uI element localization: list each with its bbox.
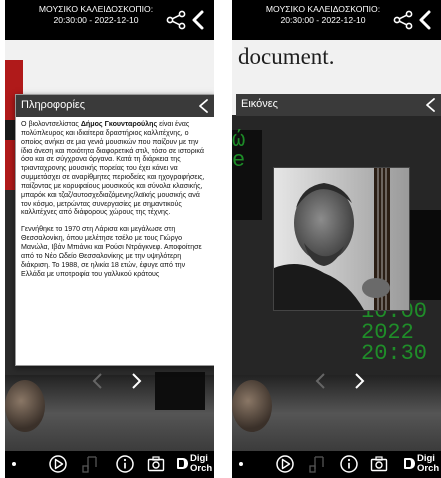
close-chevron-icon[interactable] bbox=[424, 97, 438, 113]
images-dialog-title: Εικόνες bbox=[241, 98, 278, 110]
event-title-name: ΜΟΥΣΙΚΟ ΚΑΛΕΙΔΟΣΚΟΠΙΟ: bbox=[265, 4, 381, 14]
event-title: ΜΟΥΣΙΚΟ ΚΑΛΕΙΔΟΣΚΟΠΙΟ: 20:30:00 - 2022-1… bbox=[31, 4, 161, 26]
next-arrow-icon[interactable] bbox=[352, 371, 366, 391]
event-title-datetime: 20:30:00 - 2022-12-10 bbox=[53, 15, 139, 25]
background-block bbox=[155, 372, 205, 410]
images-dialog-header: Εικόνες bbox=[236, 94, 441, 116]
background-photo-face bbox=[5, 380, 45, 432]
top-bar: ΜΟΥΣΙΚΟ ΚΑΛΕΙΔΟΣΚΟΠΙΟ: 20:30:00 - 2022-1… bbox=[5, 0, 214, 40]
background-green-year: 2022 bbox=[361, 320, 414, 345]
artist-name: Δήμος Γκουνταρούλης bbox=[80, 120, 158, 128]
screen-info: ΜΟΥΣΙΚΟ ΚΑΛΕΙΔΟΣΚΟΠΙΟ: 20:30:00 - 2022-1… bbox=[5, 0, 214, 478]
play-circle-icon[interactable] bbox=[275, 454, 295, 474]
close-chevron-icon[interactable] bbox=[197, 98, 211, 114]
info-circle-icon[interactable] bbox=[339, 454, 359, 474]
background-photo-face bbox=[232, 380, 272, 432]
back-chevron-icon[interactable] bbox=[189, 9, 209, 31]
info-p1-prefix: Ο βιολοντσελίστας bbox=[21, 120, 81, 128]
info-dialog-header: Πληροφορίες bbox=[16, 95, 214, 117]
top-bar: ΜΟΥΣΙΚΟ ΚΑΛΕΙΔΟΣΚΟΠΙΟ: 20:30:00 - 2022-1… bbox=[232, 0, 441, 40]
prev-arrow-icon[interactable] bbox=[314, 371, 328, 391]
play-circle-icon[interactable] bbox=[48, 454, 68, 474]
background-document-text: document. bbox=[238, 44, 335, 69]
cellist-photo-image bbox=[274, 168, 409, 310]
music-note-icon[interactable] bbox=[80, 454, 100, 474]
music-note-icon[interactable] bbox=[307, 454, 327, 474]
prev-arrow-icon[interactable] bbox=[91, 371, 105, 391]
bottom-bar: Digi Orch bbox=[5, 451, 214, 478]
share-icon[interactable] bbox=[392, 9, 414, 31]
digiorch-logo[interactable]: Digi Orch bbox=[404, 452, 440, 477]
background-green-partial-2: e bbox=[232, 148, 246, 173]
info-paragraph-1: Ο βιολοντσελίστας Δήμος Γκουνταρούλης εί… bbox=[21, 120, 209, 217]
bottom-bar: Digi Orch bbox=[232, 451, 441, 478]
event-title-name: ΜΟΥΣΙΚΟ ΚΑΛΕΙΔΟΣΚΟΠΙΟ: bbox=[38, 4, 154, 14]
next-arrow-icon[interactable] bbox=[129, 371, 143, 391]
images-dialog: Εικόνες bbox=[236, 94, 441, 116]
info-dialog: Πληροφορίες Ο βιολοντσελίστας Δήμος Γκου… bbox=[15, 94, 214, 366]
share-icon[interactable] bbox=[165, 9, 187, 31]
camera-icon[interactable] bbox=[146, 454, 166, 474]
brand-line-2: Orch bbox=[417, 463, 440, 474]
event-title: ΜΟΥΣΙΚΟ ΚΑΛΕΙΔΟΣΚΟΠΙΟ: 20:30:00 - 2022-1… bbox=[258, 4, 388, 26]
page-dot bbox=[12, 462, 16, 466]
artist-photo[interactable] bbox=[273, 167, 410, 311]
background-green-time-2: 20:30 bbox=[361, 341, 428, 366]
info-dialog-title: Πληροφορίες bbox=[21, 99, 86, 111]
info-circle-icon[interactable] bbox=[115, 454, 135, 474]
page-dot bbox=[239, 462, 243, 466]
camera-icon[interactable] bbox=[369, 454, 389, 474]
digiorch-logo[interactable]: Digi Orch bbox=[177, 452, 213, 477]
back-chevron-icon[interactable] bbox=[416, 9, 436, 31]
info-paragraph-2: Γεννήθηκε το 1970 στη Λάρισα και μεγάλωσ… bbox=[21, 225, 202, 278]
screen-images: document. ώ e 10:00 2022 20:30 ΜΟΥΣΙΚΟ Κ… bbox=[232, 0, 441, 478]
brand-line-2: Orch bbox=[190, 463, 213, 474]
event-title-datetime: 20:30:00 - 2022-12-10 bbox=[280, 15, 366, 25]
info-text: Ο βιολοντσελίστας Δήμος Γκουνταρούλης εί… bbox=[16, 117, 214, 361]
info-p1-rest: είναι ένας πολύπλευρος και ιδιαίτερα δρα… bbox=[21, 120, 205, 217]
